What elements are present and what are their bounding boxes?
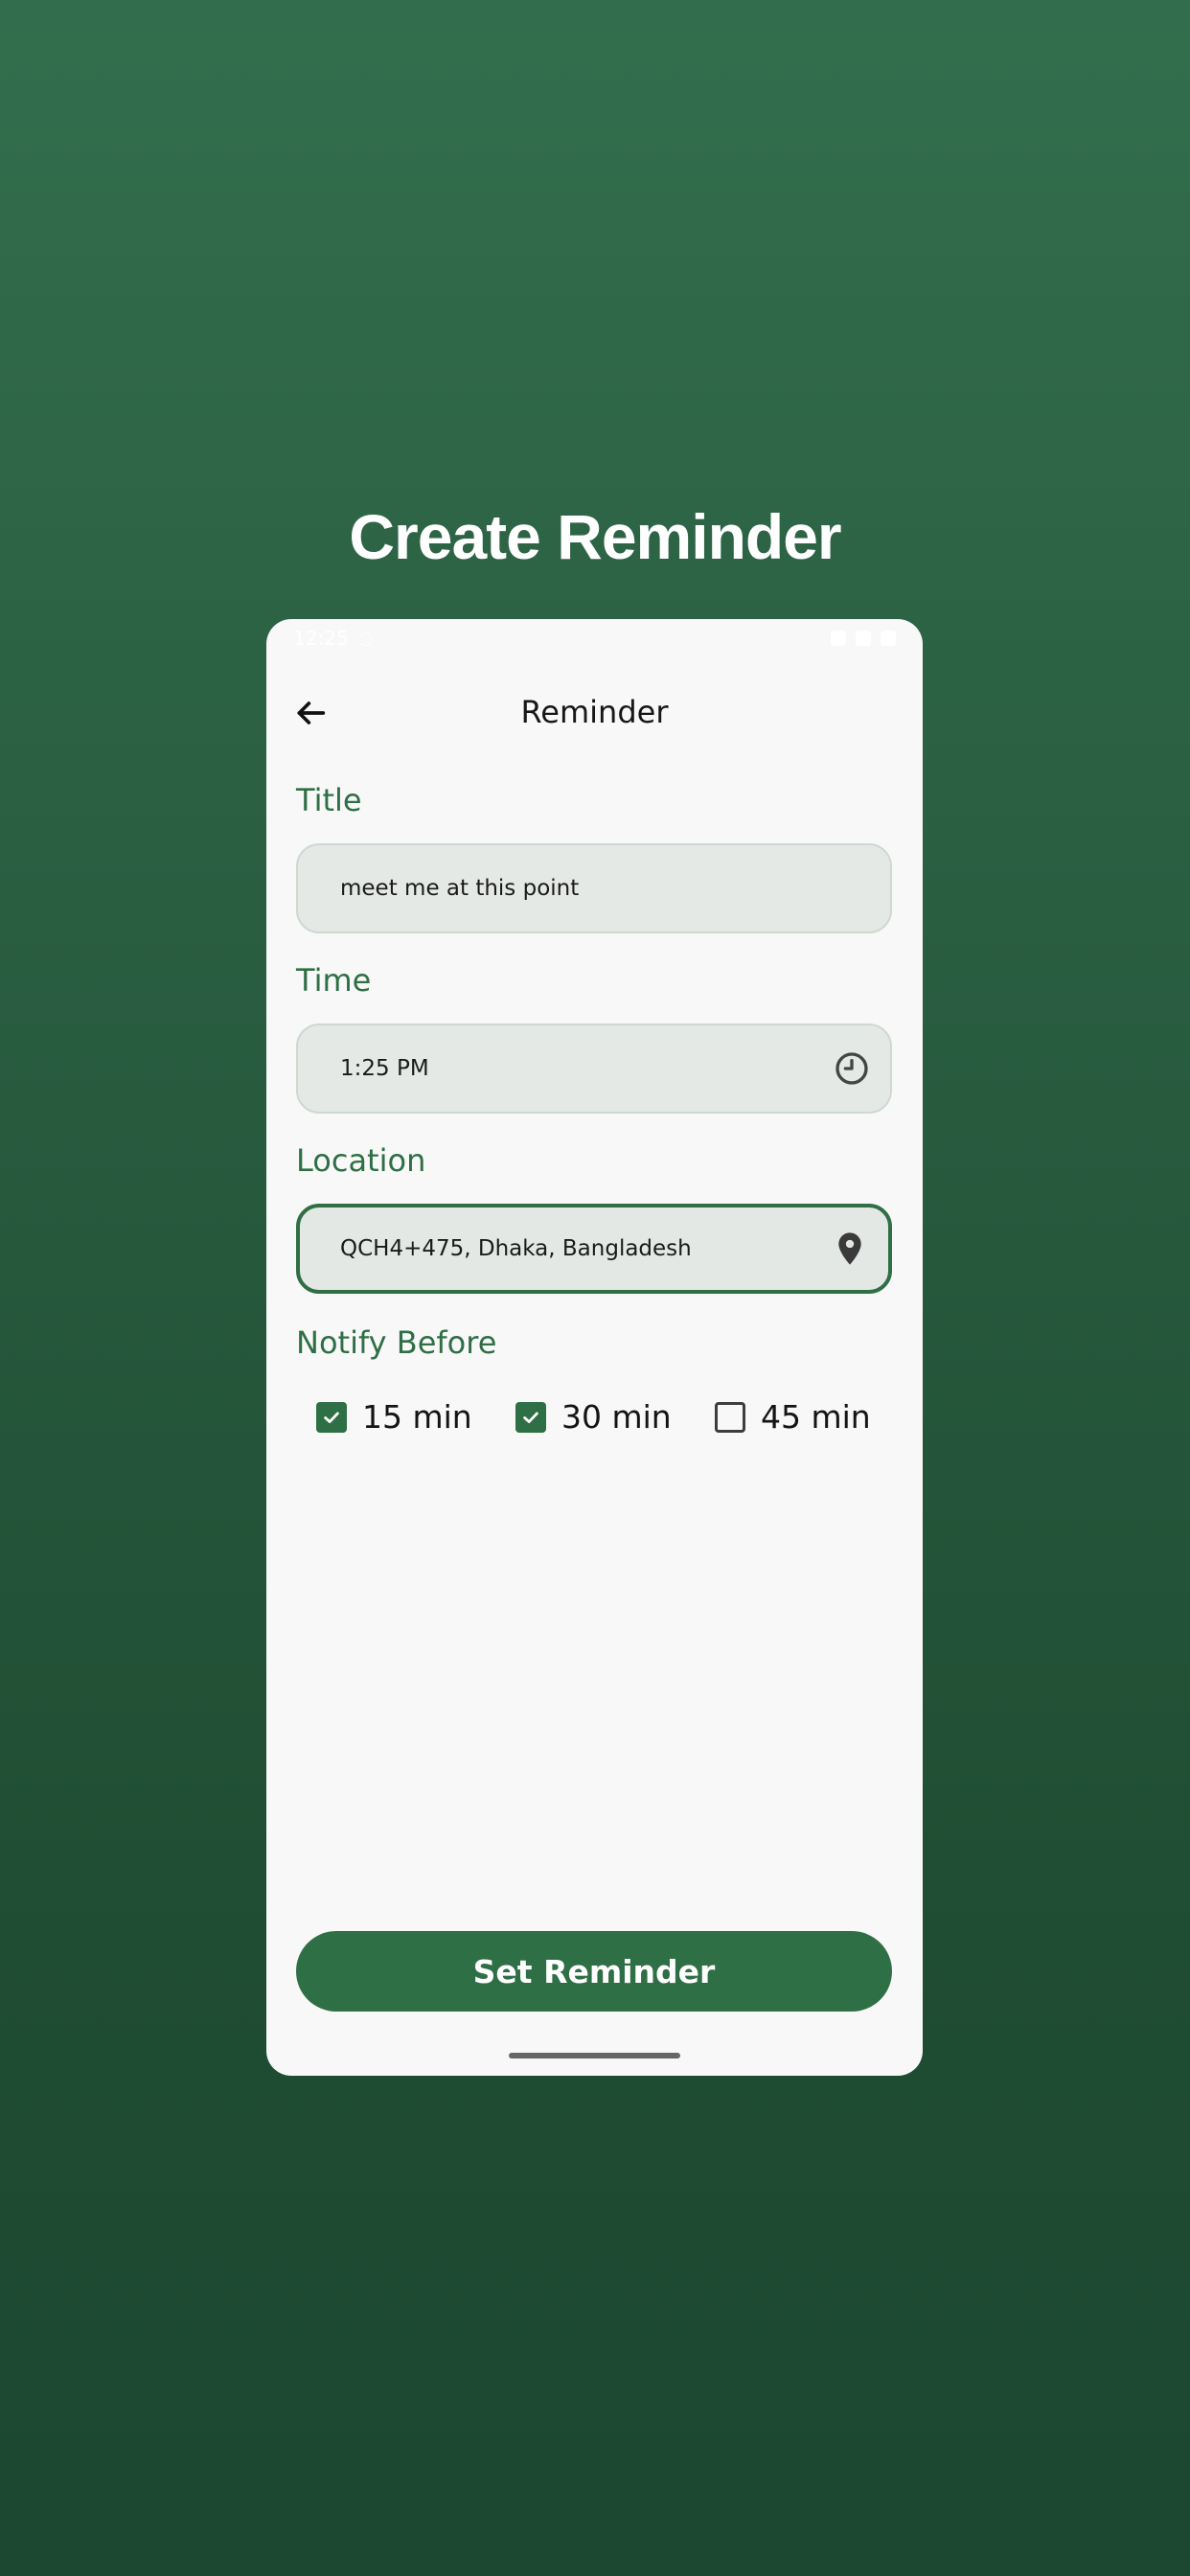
location-input[interactable]: QCH4+475, Dhaka, Bangladesh [296, 1204, 892, 1294]
clock-icon[interactable] [833, 1049, 871, 1088]
status-left: 12:25 ◌ [293, 627, 373, 650]
set-reminder-button[interactable]: Set Reminder [296, 1931, 892, 2012]
notify-option-30[interactable]: 30 min [515, 1395, 672, 1439]
notify-before-label: Notify Before [296, 1324, 497, 1361]
status-right [831, 631, 896, 646]
checkbox-30-min[interactable] [515, 1402, 546, 1433]
status-shield-icon: ◌ [357, 628, 374, 649]
status-time: 12:25 [293, 627, 349, 650]
location-label: Location [296, 1142, 426, 1179]
time-input-value: 1:25 PM [340, 1056, 429, 1081]
checkbox-45-min[interactable] [715, 1402, 745, 1433]
wifi-icon [831, 631, 846, 646]
signal-icon [856, 631, 871, 646]
status-bar: 12:25 ◌ [266, 619, 923, 657]
page-title: Create Reminder [349, 501, 841, 572]
home-indicator [509, 2053, 680, 2058]
notify-options: 15 min 30 min 45 min [316, 1395, 881, 1439]
battery-icon [881, 631, 896, 646]
notify-option-15[interactable]: 15 min [316, 1395, 472, 1439]
notify-option-45[interactable]: 45 min [715, 1395, 871, 1439]
top-app-bar: Reminder [266, 673, 923, 749]
check-icon [523, 1412, 538, 1423]
location-pin-icon[interactable] [831, 1230, 869, 1268]
time-input[interactable]: 1:25 PM [296, 1024, 892, 1114]
title-label: Title [296, 782, 362, 818]
title-input[interactable]: meet me at this point [296, 843, 892, 933]
screen-title: Reminder [520, 694, 669, 730]
checkbox-15-min[interactable] [316, 1402, 347, 1433]
notify-option-label: 15 min [362, 1398, 472, 1436]
phone-screen: 12:25 ◌ Reminder Title meet me at this p… [266, 619, 923, 2076]
time-label: Time [296, 962, 372, 999]
location-input-value: QCH4+475, Dhaka, Bangladesh [340, 1236, 692, 1261]
notify-option-label: 45 min [761, 1398, 871, 1436]
check-icon [324, 1412, 339, 1423]
title-input-value: meet me at this point [340, 876, 580, 901]
notify-option-label: 30 min [561, 1398, 672, 1436]
